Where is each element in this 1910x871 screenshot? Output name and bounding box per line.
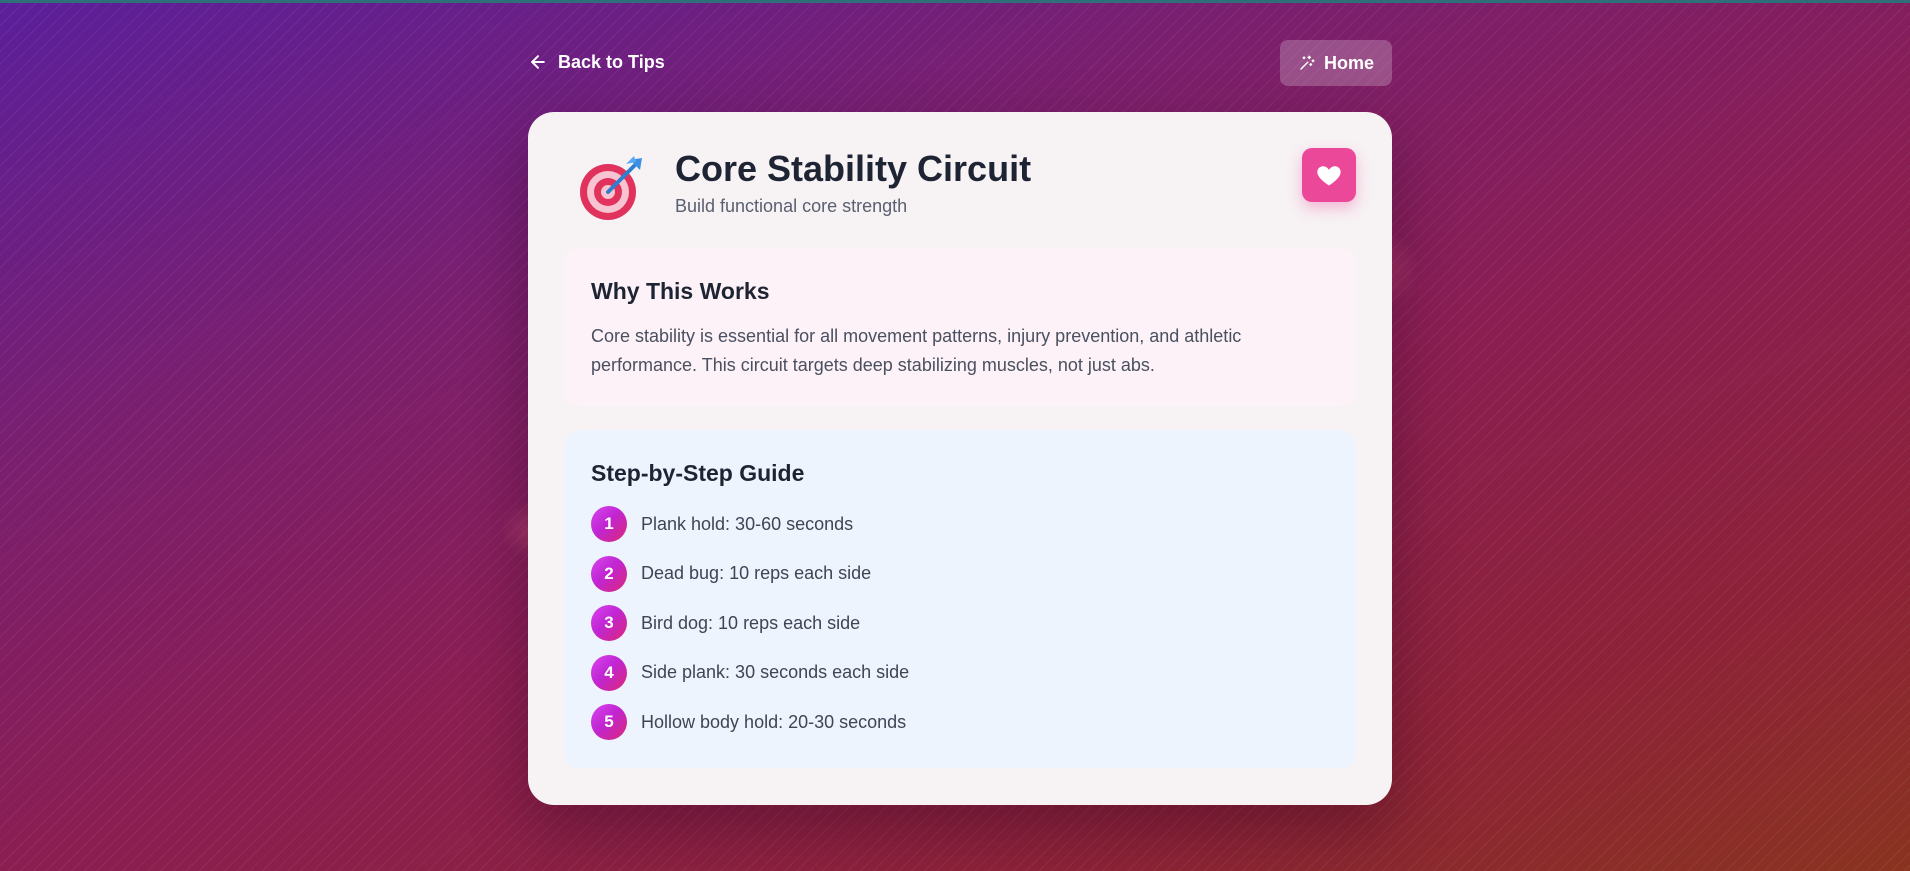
why-heading: Why This Works <box>591 278 770 304</box>
tip-title: Core Stability Circuit <box>675 148 1032 189</box>
tip-detail-card: Core Stability Circuit Build functional … <box>528 112 1392 805</box>
guide-heading: Step-by-Step Guide <box>591 460 805 486</box>
tip-subtitle: Build functional core strength <box>675 196 908 216</box>
top-accent-line <box>0 0 1910 3</box>
step-item: 5 Hollow body hold: 20-30 seconds <box>591 704 909 740</box>
step-text: Hollow body hold: 20-30 seconds <box>641 711 907 732</box>
back-link-label: Back to Tips <box>558 51 665 72</box>
why-this-works-section: Why This Works Core stability is essenti… <box>564 248 1356 406</box>
step-item: 2 Dead bug: 10 reps each side <box>591 555 909 592</box>
heart-icon <box>1317 166 1341 186</box>
step-item: 1 Plank hold: 30-60 seconds <box>591 506 909 542</box>
step-text: Plank hold: 30-60 seconds <box>641 513 854 534</box>
target-dart-icon <box>580 156 642 220</box>
top-navigation: Back to Tips Home <box>528 38 1392 86</box>
step-guide-section: Step-by-Step Guide 1 Plank hold: 30-60 s… <box>564 430 1356 768</box>
back-to-tips-link[interactable]: Back to Tips <box>528 48 665 76</box>
step-number-badge: 4 <box>591 654 627 691</box>
step-number-badge: 5 <box>591 704 627 740</box>
steps-list: 1 Plank hold: 30-60 seconds 2 Dead bug: … <box>591 506 909 754</box>
step-text: Dead bug: 10 reps each side <box>641 563 872 583</box>
favorite-button[interactable] <box>1302 148 1356 202</box>
step-text: Bird dog: 10 reps each side <box>641 612 861 633</box>
home-button-label: Home <box>1323 52 1374 73</box>
step-number-badge: 1 <box>591 506 627 542</box>
step-item: 4 Side plank: 30 seconds each side <box>591 654 910 691</box>
sparkles-icon <box>1300 55 1315 70</box>
step-item: 3 Bird dog: 10 reps each side <box>591 605 909 641</box>
home-button[interactable]: Home <box>1280 40 1392 86</box>
step-number-badge: 3 <box>591 605 627 641</box>
step-number-badge: 2 <box>591 555 627 592</box>
why-description: Core stability is essential for all move… <box>591 326 1242 375</box>
arrow-left-icon <box>531 55 545 69</box>
step-text: Side plank: 30 seconds each side <box>641 662 910 682</box>
